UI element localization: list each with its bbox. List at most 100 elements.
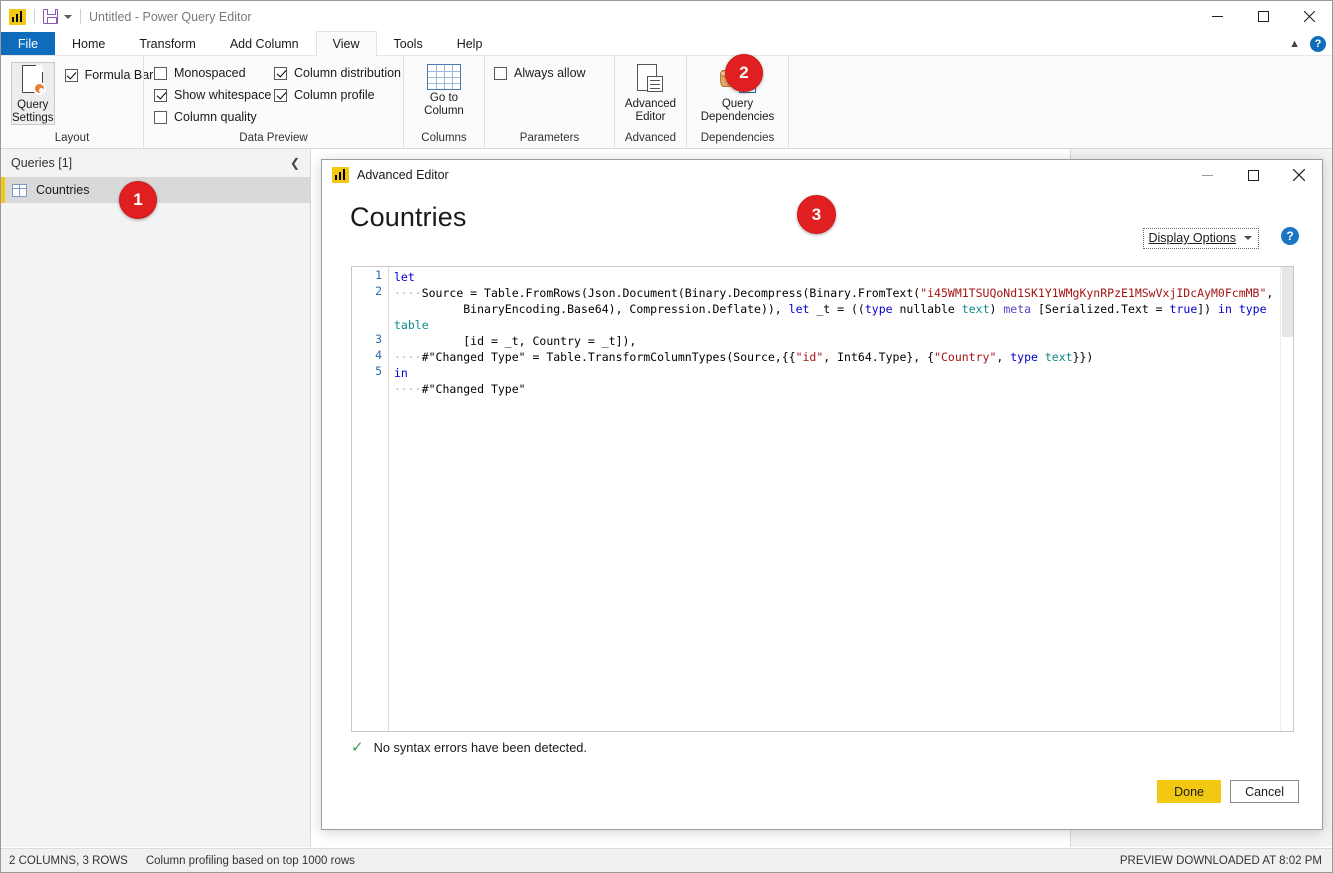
code-l3-d bbox=[1038, 350, 1045, 364]
done-button[interactable]: Done bbox=[1157, 780, 1221, 803]
tab-home[interactable]: Home bbox=[55, 32, 122, 55]
advanced-editor-dialog: Advanced Editor Countries Display Option… bbox=[321, 159, 1323, 830]
scrollbar-thumb[interactable] bbox=[1282, 267, 1293, 337]
tab-view[interactable]: View bbox=[316, 31, 377, 56]
code-str-country: "Country" bbox=[934, 350, 996, 364]
close-icon[interactable] bbox=[1286, 1, 1332, 32]
advanced-editor-button[interactable]: Advanced Editor bbox=[621, 62, 680, 123]
dialog-window-controls bbox=[1184, 160, 1322, 190]
ribbon-group-columns: Go to Column Columns bbox=[403, 56, 484, 149]
code-l2-a: Source = Table.FromRows(Json.Document(Bi… bbox=[422, 286, 921, 300]
code-content[interactable]: let ····Source = Table.FromRows(Json.Doc… bbox=[390, 267, 1279, 731]
code-base64-string: "i45WM1TSUQoNd1SK1Y1WMgKynRPzE1MSwVxjIDc… bbox=[920, 286, 1266, 300]
checkbox-show-whitespace-label: Show whitespace bbox=[174, 88, 271, 102]
title-bar: Untitled - Power Query Editor bbox=[1, 1, 1332, 32]
chevron-left-icon[interactable]: ❮ bbox=[290, 156, 300, 170]
code-kw-in: in bbox=[1218, 302, 1232, 316]
whitespace-dots: ···· bbox=[394, 286, 422, 300]
checkmark-icon: ✓ bbox=[351, 740, 364, 755]
display-options-dropdown[interactable]: Display Options bbox=[1143, 228, 1259, 249]
ribbon-filler bbox=[788, 56, 1332, 149]
chevron-up-icon[interactable]: ▲ bbox=[1289, 38, 1300, 50]
checkbox-always-allow-label: Always allow bbox=[514, 66, 586, 80]
status-preview-downloaded: PREVIEW DOWNLOADED AT 8:02 PM bbox=[1120, 855, 1332, 867]
checkbox-column-distribution[interactable]: Column distribution bbox=[274, 62, 401, 84]
whitespace-dots-3: ···· bbox=[394, 350, 422, 364]
code-kw-let: let bbox=[394, 270, 415, 284]
checkbox-show-whitespace[interactable]: Show whitespace bbox=[154, 84, 270, 106]
code-kw-true: true bbox=[1170, 302, 1198, 316]
checkbox-column-profile[interactable]: Column profile bbox=[274, 84, 401, 106]
ribbon-group-label-data-preview: Data Preview bbox=[144, 131, 403, 149]
ribbon-group-label-dependencies: Dependencies bbox=[687, 131, 788, 149]
checkbox-column-distribution-label: Column distribution bbox=[294, 66, 401, 80]
ribbon-group-layout: Query Settings Formula Bar Layout bbox=[1, 56, 143, 149]
checkbox-monospaced[interactable]: Monospaced bbox=[154, 62, 270, 84]
help-icon[interactable]: ? bbox=[1281, 227, 1299, 245]
status-profiling-note[interactable]: Column profiling based on top 1000 rows bbox=[146, 855, 355, 867]
code-l3-e: }}) bbox=[1073, 350, 1094, 364]
query-settings-button[interactable]: Query Settings bbox=[11, 62, 55, 125]
checkbox-formula-bar[interactable]: Formula Bar bbox=[65, 64, 154, 86]
checkbox-column-quality-label: Column quality bbox=[174, 110, 257, 124]
chevron-down-icon[interactable] bbox=[64, 15, 72, 19]
checkbox-column-profile-box[interactable] bbox=[274, 89, 287, 102]
dialog-title: Advanced Editor bbox=[357, 168, 449, 182]
code-l2-c: , bbox=[1266, 286, 1273, 300]
code-l2-e: _t = (( bbox=[809, 302, 864, 316]
code-type-text: text bbox=[962, 302, 990, 316]
checkbox-column-distribution-box[interactable] bbox=[274, 67, 287, 80]
checkbox-show-whitespace-box[interactable] bbox=[154, 89, 167, 102]
checkbox-monospaced-box[interactable] bbox=[154, 67, 167, 80]
query-dependencies-label-2: Dependencies bbox=[701, 111, 775, 124]
save-icon[interactable] bbox=[43, 9, 58, 24]
code-l2-j bbox=[1267, 302, 1274, 316]
tab-transform[interactable]: Transform bbox=[122, 32, 213, 55]
cancel-button[interactable]: Cancel bbox=[1230, 780, 1299, 803]
code-l2-h: ]) bbox=[1197, 302, 1218, 316]
checkbox-formula-bar-box[interactable] bbox=[65, 69, 78, 82]
minimize-icon[interactable] bbox=[1194, 1, 1240, 32]
editor-vertical-scrollbar[interactable] bbox=[1280, 267, 1293, 731]
power-bi-logo-icon bbox=[9, 9, 26, 25]
go-to-column-label-1: Go to bbox=[430, 92, 458, 105]
syntax-status-text: No syntax errors have been detected. bbox=[374, 740, 587, 755]
code-l5: #"Changed Type" bbox=[422, 382, 526, 396]
tab-help[interactable]: Help bbox=[440, 32, 500, 55]
maximize-icon[interactable] bbox=[1230, 160, 1276, 190]
close-icon[interactable] bbox=[1276, 160, 1322, 190]
code-l3-b: , Int64.Type}, { bbox=[823, 350, 934, 364]
advanced-editor-label-2: Editor bbox=[635, 111, 665, 124]
tab-file[interactable]: File bbox=[1, 32, 55, 55]
ribbon-group-data-preview: Monospaced Show whitespace Column qualit… bbox=[143, 56, 403, 149]
checkbox-column-quality[interactable]: Column quality bbox=[154, 106, 270, 128]
power-query-editor-window: Untitled - Power Query Editor File Home … bbox=[0, 0, 1333, 873]
advanced-editor-label-1: Advanced bbox=[625, 98, 676, 111]
advanced-editor-icon bbox=[636, 64, 666, 96]
table-grid-icon bbox=[427, 64, 461, 90]
tab-add-column[interactable]: Add Column bbox=[213, 32, 316, 55]
checkbox-always-allow[interactable]: Always allow bbox=[494, 62, 586, 84]
go-to-column-button[interactable]: Go to Column bbox=[419, 62, 469, 117]
dialog-buttons: Done Cancel bbox=[1157, 780, 1299, 803]
line-number: 5 bbox=[352, 363, 388, 379]
help-icon[interactable]: ? bbox=[1310, 36, 1326, 52]
minimize-icon[interactable] bbox=[1184, 160, 1230, 190]
ribbon-group-label-advanced: Advanced bbox=[615, 131, 686, 149]
window-title: Untitled - Power Query Editor bbox=[89, 10, 252, 24]
maximize-icon[interactable] bbox=[1240, 1, 1286, 32]
ribbon-group-parameters: Always allow Parameters bbox=[484, 56, 614, 149]
code-kw-type-2: type bbox=[1239, 302, 1267, 316]
checkbox-column-quality-box[interactable] bbox=[154, 111, 167, 124]
tabstrip-right-controls: ▲ ? bbox=[1289, 32, 1326, 56]
code-l2-nullable: nullable bbox=[893, 302, 962, 316]
code-editor[interactable]: 1 2 3 4 5 let ····Source = Table.FromRow… bbox=[351, 266, 1294, 732]
code-kw-meta: meta bbox=[1003, 302, 1031, 316]
checkbox-always-allow-box[interactable] bbox=[494, 67, 507, 80]
code-kw-in-2: in bbox=[394, 366, 408, 380]
ribbon-tabstrip: File Home Transform Add Column View Tool… bbox=[1, 32, 1332, 56]
tab-tools[interactable]: Tools bbox=[377, 32, 440, 55]
go-to-column-label-2: Column bbox=[424, 105, 464, 118]
syntax-status: ✓ No syntax errors have been detected. bbox=[351, 740, 587, 755]
whitespace-indent bbox=[394, 302, 463, 316]
